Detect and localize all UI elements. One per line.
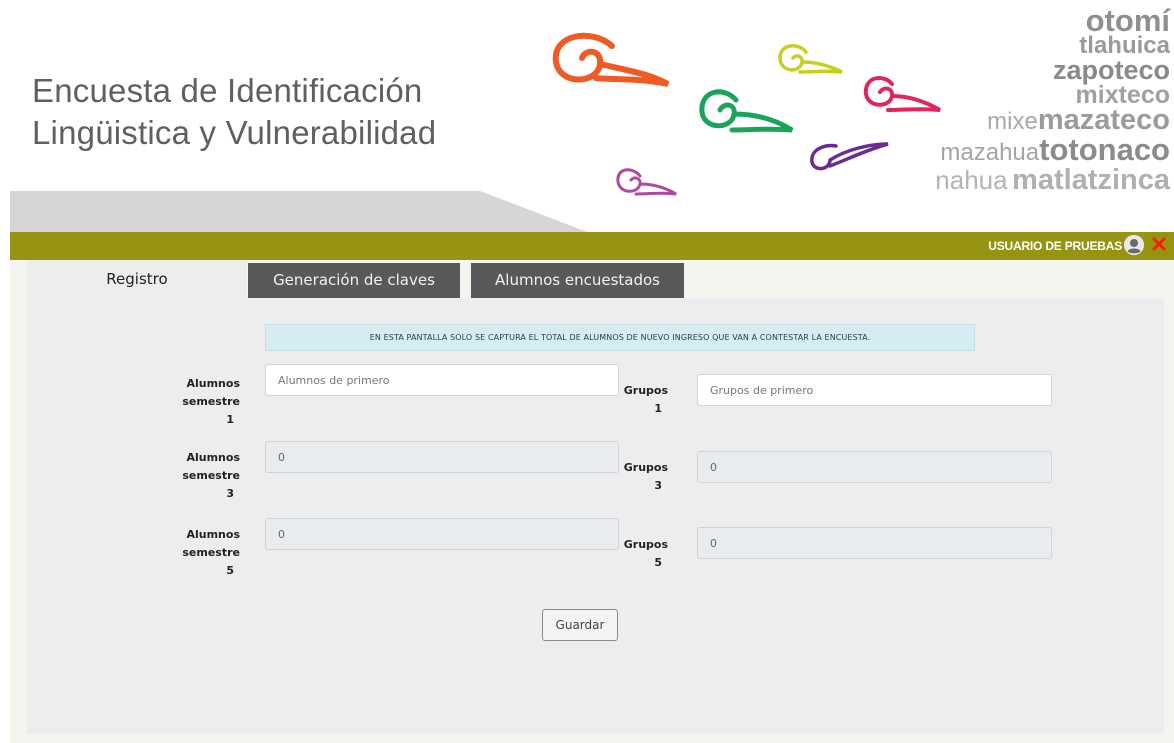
lang-totonaco: totonaco bbox=[1039, 132, 1170, 167]
lang-mazahua: mazahua bbox=[940, 139, 1040, 166]
alumnos-semestre-1-input[interactable] bbox=[265, 364, 619, 396]
info-notice: EN ESTA PANTALLA SOLO SE CAPTURA EL TOTA… bbox=[265, 324, 975, 351]
close-icon[interactable] bbox=[1148, 234, 1170, 256]
save-button[interactable]: Guardar bbox=[542, 609, 618, 641]
grupos-1-input[interactable] bbox=[697, 374, 1052, 406]
alumnos-semestre-5-input bbox=[265, 518, 619, 550]
swirl-green bbox=[699, 89, 794, 133]
languages-wordmark: otomí tlahuica zapoteco mixteco mixemaza… bbox=[830, 3, 1170, 197]
lang-mixe: mixe bbox=[987, 108, 1038, 135]
lang-matlatzinca: matlatzinca bbox=[1012, 164, 1170, 196]
lang-otomi: otomí bbox=[1085, 3, 1170, 38]
label-grupos-5: Grupos 5 bbox=[623, 538, 668, 569]
grupos-3-input bbox=[697, 451, 1052, 483]
swirl-orange bbox=[552, 32, 670, 87]
lang-zapoteco: zapoteco bbox=[1052, 55, 1170, 85]
label-grupos-1: Grupos 1 bbox=[623, 384, 668, 415]
tab-alumnos-encuestados[interactable]: Alumnos encuestados bbox=[471, 263, 684, 298]
swirl-violet bbox=[616, 168, 677, 196]
label-alumnos-semestre-5: Alumnos semestre 5 bbox=[182, 528, 240, 577]
alumnos-semestre-3-input bbox=[265, 441, 619, 473]
user-bar: USUARIO DE PRUEBAS bbox=[10, 232, 1174, 260]
label-grupos-3: Grupos 3 bbox=[623, 461, 668, 492]
lang-nahua: nahua bbox=[935, 165, 1008, 195]
user-avatar-icon[interactable] bbox=[1124, 235, 1144, 255]
tab-registro[interactable]: Registro bbox=[27, 260, 247, 298]
user-name[interactable]: USUARIO DE PRUEBAS bbox=[988, 239, 1122, 253]
grupos-5-input bbox=[697, 527, 1052, 559]
tab-generacion-claves[interactable]: Generación de claves bbox=[248, 263, 460, 298]
label-alumnos-semestre-3: Alumnos semestre 3 bbox=[182, 451, 240, 500]
label-alumnos-semestre-1: Alumnos semestre 1 bbox=[182, 377, 240, 426]
site-header: Encuesta de Identificación Lingüistica y… bbox=[0, 0, 1174, 232]
